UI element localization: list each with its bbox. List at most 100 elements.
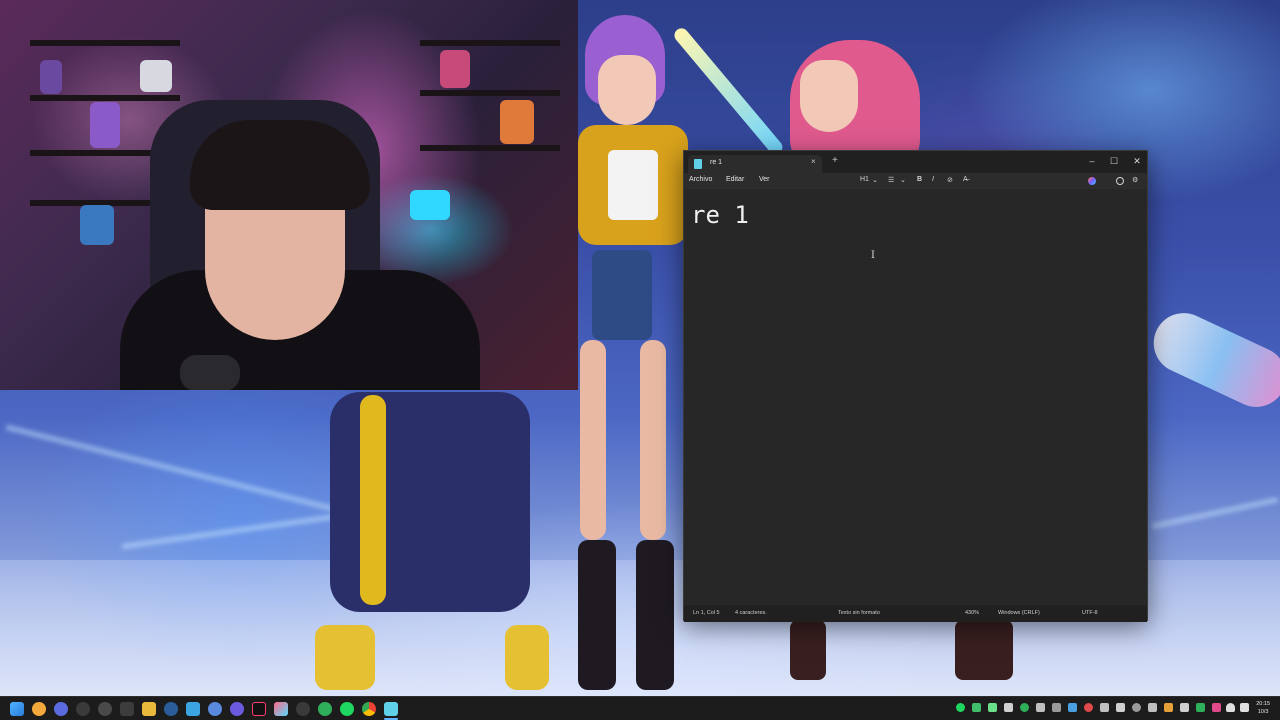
app-arrow-icon[interactable]	[98, 702, 112, 716]
search-icon[interactable]	[32, 702, 46, 716]
wallpaper-blade	[1143, 303, 1280, 417]
notepad-titlebar[interactable]: re 1 × + – ☐ ✕	[684, 151, 1147, 173]
bold-button[interactable]: B	[917, 176, 922, 183]
chevron-down-icon[interactable]: ⌄	[872, 176, 878, 184]
app-disc-icon[interactable]	[120, 702, 134, 716]
app-x-icon[interactable]	[76, 702, 90, 716]
webcam-shelf	[420, 145, 560, 151]
new-tab-button[interactable]: +	[832, 155, 838, 166]
tray-app-icon[interactable]	[1180, 703, 1189, 712]
editor-content[interactable]: re 1	[691, 201, 749, 229]
wallpaper-sword	[671, 25, 786, 158]
tray-app-icon[interactable]	[1132, 703, 1141, 712]
webcam-shelf	[30, 95, 180, 101]
menu-editar[interactable]: Editar	[726, 176, 744, 183]
tray-app-icon[interactable]	[1004, 703, 1013, 712]
tray-app-icon[interactable]	[1196, 703, 1205, 712]
status-zoom[interactable]: 430%	[965, 610, 979, 616]
status-line-endings[interactable]: Windows (CRLF)	[998, 610, 1040, 616]
tray-spotify-icon[interactable]	[956, 703, 965, 712]
folder-icon[interactable]	[142, 702, 156, 716]
clear-format-icon[interactable]: A̶	[963, 176, 968, 183]
gear-icon[interactable]: ⚙	[1132, 176, 1138, 184]
taskbar: 20:15 10/3	[0, 696, 1280, 720]
wifi-icon[interactable]	[1226, 703, 1235, 712]
wallpaper-character-leg	[640, 340, 666, 540]
wallpaper-character-boot	[578, 540, 616, 690]
status-encoding[interactable]: UTF-8	[1082, 610, 1098, 616]
webcam-collectible	[40, 60, 62, 94]
webcam-collectible	[410, 190, 450, 220]
chat-icon[interactable]	[230, 702, 244, 716]
notepad-tab[interactable]: re 1 ×	[688, 155, 822, 173]
wallpaper-light-beam	[1150, 496, 1280, 530]
copilot-icon[interactable]	[1088, 177, 1096, 185]
tray-app-icon[interactable]	[1100, 703, 1109, 712]
notepad-menubar: Archivo Editar Ver H1 ⌄ ☰ ⌄ B I ⊘ A̶ ⚙	[684, 173, 1147, 189]
status-format[interactable]: Texto sin formato	[838, 610, 880, 616]
chrome-icon[interactable]	[362, 702, 376, 716]
tray-app-icon[interactable]	[1084, 703, 1093, 712]
status-bar: Ln 1, Col 5 4 caracteres. Texto sin form…	[684, 605, 1147, 622]
heading-button[interactable]: H1	[860, 176, 869, 183]
editor-text-area[interactable]: re 1 I	[684, 189, 1147, 605]
notepad-icon	[694, 159, 702, 169]
tray-app-icon[interactable]	[1148, 703, 1157, 712]
wallpaper-character-top	[608, 150, 658, 220]
wallpaper-character-boot	[790, 620, 826, 680]
webcam-collectible	[90, 102, 120, 148]
tray-app-icon[interactable]	[1212, 703, 1221, 712]
wallpaper-character-shoe	[315, 625, 375, 690]
webcam-shelf	[30, 40, 180, 46]
tray-app-icon[interactable]	[1036, 703, 1045, 712]
tray-app-icon[interactable]	[1116, 703, 1125, 712]
wallpaper-character-stripe	[360, 395, 386, 605]
text-cursor-icon: I	[871, 250, 875, 261]
notepad-icon[interactable]	[384, 702, 398, 716]
spotify-icon[interactable]	[340, 702, 354, 716]
tiktok-icon[interactable]	[252, 702, 266, 716]
tab-title: re 1	[710, 159, 723, 166]
list-icon[interactable]: ☰	[888, 176, 894, 184]
wallpaper-character-leg	[580, 340, 606, 540]
tab-close-icon[interactable]: ×	[811, 157, 816, 166]
wallpaper-character-face	[800, 60, 858, 132]
close-button[interactable]: ✕	[1127, 154, 1147, 168]
link-icon[interactable]: ⊘	[947, 176, 953, 184]
wallpaper-character-shorts	[592, 250, 652, 340]
menu-archivo[interactable]: Archivo	[689, 176, 712, 183]
webcam-overlay	[0, 0, 578, 390]
app-green-icon[interactable]	[318, 702, 332, 716]
wallpaper-character-boot	[636, 540, 674, 690]
wallpaper-character-shoe	[505, 625, 549, 690]
app-v-icon[interactable]	[54, 702, 68, 716]
photos-icon[interactable]	[274, 702, 288, 716]
account-icon[interactable]	[1116, 177, 1124, 185]
taskbar-clock[interactable]: 20:15 10/3	[1256, 700, 1270, 716]
tray-app-icon[interactable]	[988, 703, 997, 712]
tray-app-icon[interactable]	[1052, 703, 1061, 712]
wallpaper-light-beam	[4, 424, 376, 522]
tray-app-icon[interactable]	[972, 703, 981, 712]
webcam-collectible	[440, 50, 470, 88]
chevron-down-icon[interactable]: ⌄	[900, 176, 906, 184]
tray-app-icon[interactable]	[1020, 703, 1029, 712]
webcam-collectible	[500, 100, 534, 144]
windows-start-icon[interactable]	[10, 702, 24, 716]
steam-icon[interactable]	[164, 702, 178, 716]
italic-button[interactable]: I	[932, 176, 934, 183]
status-character-count: 4 caracteres.	[735, 610, 767, 616]
browser-icon[interactable]	[186, 702, 200, 716]
status-cursor-position[interactable]: Ln 1, Col 5	[693, 610, 720, 616]
maximize-button[interactable]: ☐	[1104, 154, 1124, 168]
volume-icon[interactable]	[1240, 703, 1249, 712]
tray-app-icon[interactable]	[1068, 703, 1077, 712]
app-c-icon[interactable]	[296, 702, 310, 716]
clock-date: 10/3	[1257, 709, 1269, 715]
tray-app-icon[interactable]	[1164, 703, 1173, 712]
wallpaper-character-boot	[955, 620, 1013, 680]
minimize-button[interactable]: –	[1082, 154, 1102, 168]
webcam-shelf	[420, 40, 560, 46]
menu-ver[interactable]: Ver	[759, 176, 770, 183]
globe-icon[interactable]	[208, 702, 222, 716]
